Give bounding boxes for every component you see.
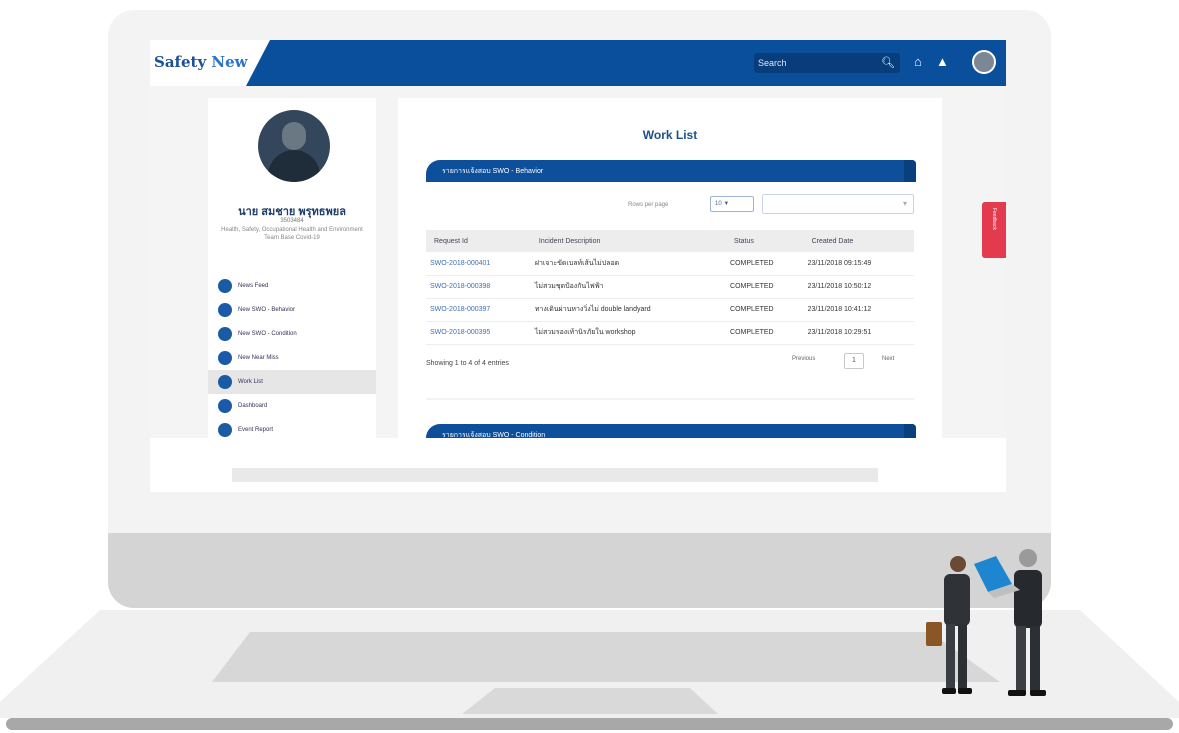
page-body: นาย สมชาย พรุทธพยล 3503484 Health, Safet… [150,86,1006,438]
filter-icon: ▾ [902,199,907,208]
person-with-laptop-icon [974,549,1046,696]
keyboard-area [212,632,1000,682]
laptop-base-edge [6,718,1173,730]
logo-area: Safety New [150,40,270,86]
status-text: COMPLETED [726,321,804,345]
logo-text-suffix: New [211,53,248,71]
search-input[interactable] [758,55,876,71]
sidebar-item-new-near-miss[interactable]: New Near Miss [208,346,376,370]
profile-photo-head [282,122,306,150]
logo-text-prefix: Safety [154,53,212,71]
request-id-link[interactable]: SWO-2018-000395 [426,321,531,345]
feedback-tab-label: Feedback [991,208,997,230]
incident-description: ทางเดินผ่านหางวิ่งไม่ double landyard [530,298,727,322]
search-box: 🔍︎ [754,53,900,73]
sidebar-menu: News Feed New SWO - Behavior New SWO - C… [208,274,376,438]
panel-header-behavior[interactable]: รายการแจ้งสอบ SWO - Behavior [426,160,916,182]
table-row[interactable]: SWO-2018-000401 ฝาเจาะขัดเบลท์เส้นไม่ปลอ… [426,252,914,276]
column-header[interactable]: Status [726,230,804,252]
created-date: 23/11/2018 10:41:12 [803,298,914,322]
behavior-icon [218,303,232,317]
dashboard-icon [218,399,232,413]
laptop-screen: Safety New 🔍︎ ⌂ ▲ นาย สมชาย พรุทธพยล 350… [150,40,1006,492]
profile-id: 3503484 [280,218,304,224]
panel-corner [904,160,916,182]
page-title: Work List [642,128,698,142]
main-content: Work List รายการแจ้งสอบ SWO - Behavior R… [398,98,942,438]
laptop-illustration: Safety New 🔍︎ ⌂ ▲ นาย สมชาย พรุทธพยล 350… [0,0,1179,733]
table-row[interactable]: SWO-2018-000395 ไม่สวมรองเท้านิรภัยใน wo… [426,321,914,345]
app-logo[interactable]: Safety New [154,53,248,71]
horizontal-scrollbar[interactable] [232,468,878,482]
condition-icon [218,327,232,341]
panel-title: รายการแจ้งสอบ SWO - Condition [442,432,546,438]
sidebar-item-label: Work List [238,379,263,385]
filter-input[interactable]: ▾ [762,194,914,214]
rows-per-page-select[interactable]: 10 ▼ [710,196,754,212]
sidebar-item-dashboard[interactable]: Dashboard [208,394,376,418]
section-divider [426,398,914,400]
status-text: COMPLETED [726,298,804,322]
sidebar-item-label: New SWO - Condition [238,331,297,337]
app-header: Safety New 🔍︎ ⌂ ▲ [150,40,1006,86]
feedback-tab[interactable]: Feedback [982,202,1006,258]
sidebar-item-news-feed[interactable]: News Feed [208,274,376,298]
column-header[interactable]: Incident Description [530,230,727,252]
near-miss-icon [218,351,232,365]
sidebar-item-event-report[interactable]: Event Report [208,418,376,438]
bell-icon[interactable]: ▲ [936,54,949,69]
sidebar-item-new-swo-condition[interactable]: New SWO - Condition [208,322,376,346]
previous-button[interactable]: Previous [792,356,815,362]
request-id-link[interactable]: SWO-2018-000401 [426,252,531,276]
sidebar-item-label: Event Report [238,427,274,433]
home-icon[interactable]: ⌂ [914,54,922,69]
news-icon [218,279,232,293]
search-icon[interactable]: 🔍︎ [881,56,895,69]
incident-description: ไม่สวมชุดป้องกันไฟฟ้า [530,275,727,299]
sidebar-item-new-swo-behavior[interactable]: New SWO - Behavior [208,298,376,322]
panel-header-condition[interactable]: รายการแจ้งสอบ SWO - Condition [426,424,916,438]
sidebar-item-work-list[interactable]: Work List [208,370,376,394]
next-button[interactable]: Next [882,356,894,362]
status-text: COMPLETED [726,252,804,276]
trackpad [462,688,718,714]
sidebar-item-label: New SWO - Behavior [238,307,296,313]
worklist-icon [218,375,232,389]
rows-per-page-label: Rows per page [628,202,669,208]
sidebar-item-label: News Feed [238,283,269,289]
sidebar-item-label: Dashboard [238,403,268,409]
incident-description: ฝาเจาะขัดเบลท์เส้นไม่ปลอด [530,252,727,276]
report-icon [218,423,232,437]
person-with-briefcase-icon [926,556,972,694]
sidebar: นาย สมชาย พรุทธพยล 3503484 Health, Safet… [208,98,376,438]
status-text: COMPLETED [726,275,804,299]
business-people-illustration [926,549,1046,696]
profile-photo-body [268,150,320,182]
page-button-current[interactable]: 1 [844,353,864,369]
sidebar-item-label: New Near Miss [238,355,279,361]
work-list-table: Request Id Incident Description Status C… [426,230,914,345]
incident-description: ไม่สวมรองเท้านิรภัยใน workshop [530,321,727,345]
table-header-row: Request Id Incident Description Status C… [426,230,914,252]
column-header[interactable]: Created Date [803,230,914,252]
table-row[interactable]: SWO-2018-000397 ทางเดินผ่านหางวิ่งไม่ do… [426,298,914,322]
panel-title: รายการแจ้งสอบ SWO - Behavior [442,168,544,175]
table-row[interactable]: SWO-2018-000398 ไม่สวมชุดป้องกันไฟฟ้า CO… [426,275,914,299]
created-date: 23/11/2018 10:29:51 [803,321,914,345]
profile-department: Health, Safety, Occupational Health and … [221,227,363,241]
created-date: 23/11/2018 10:50:12 [803,275,914,299]
table-info: Showing 1 to 4 of 4 entries [426,360,509,367]
laptop-bezel-bottom [108,533,1051,608]
avatar[interactable] [972,50,996,74]
request-id-link[interactable]: SWO-2018-000397 [426,298,531,322]
created-date: 23/11/2018 09:15:49 [803,252,914,276]
profile-photo [258,110,330,182]
request-id-link[interactable]: SWO-2018-000398 [426,275,531,299]
panel-corner [904,424,916,438]
column-header[interactable]: Request Id [426,230,531,252]
